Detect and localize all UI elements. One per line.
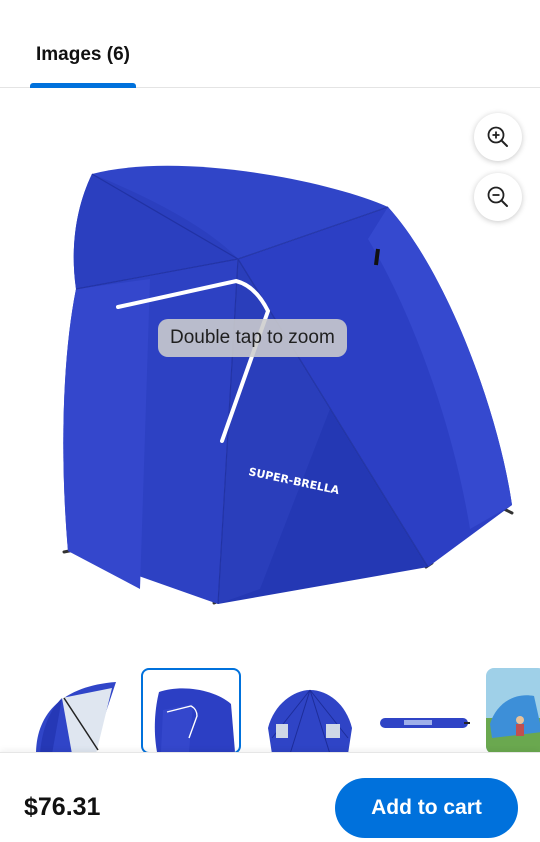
price: $76.31 [24, 793, 101, 821]
image-viewer[interactable]: SUPER-BRELLA Double tap to zoom [0, 89, 540, 659]
thumbnail-strip[interactable] [0, 664, 540, 752]
zoom-out-icon [487, 186, 508, 207]
purchase-bar: $76.31 Add to cart [0, 752, 540, 842]
tab-bar: Images (6) [0, 0, 540, 88]
zoom-out-button[interactable] [474, 173, 522, 221]
thumbnail-4[interactable] [374, 668, 474, 752]
thumbnail-2[interactable] [141, 668, 241, 752]
double-tap-hint-text: Double tap to zoom [170, 327, 335, 348]
umbrella-side-view-thumbnail [36, 682, 116, 752]
add-to-cart-button[interactable]: Add to cart [335, 778, 518, 838]
thumbnail-1[interactable] [22, 668, 122, 752]
thumbnail-3[interactable] [260, 668, 360, 752]
product-image[interactable]: SUPER-BRELLA [0, 89, 540, 659]
double-tap-hint: Double tap to zoom [158, 319, 347, 357]
umbrella-carry-bag-thumbnail [380, 718, 470, 728]
umbrella-front-view-thumbnail [154, 688, 235, 752]
tab-selected-indicator [30, 83, 136, 88]
thumbnail-5[interactable] [486, 668, 540, 752]
tab-images-label: Images (6) [36, 44, 130, 65]
zoom-in-icon [487, 126, 508, 147]
umbrella-open-view-thumbnail [268, 689, 352, 752]
tab-images[interactable]: Images (6) [30, 0, 136, 88]
zoom-in-button[interactable] [474, 113, 522, 161]
umbrella-beach-scene-thumbnail [486, 668, 540, 752]
